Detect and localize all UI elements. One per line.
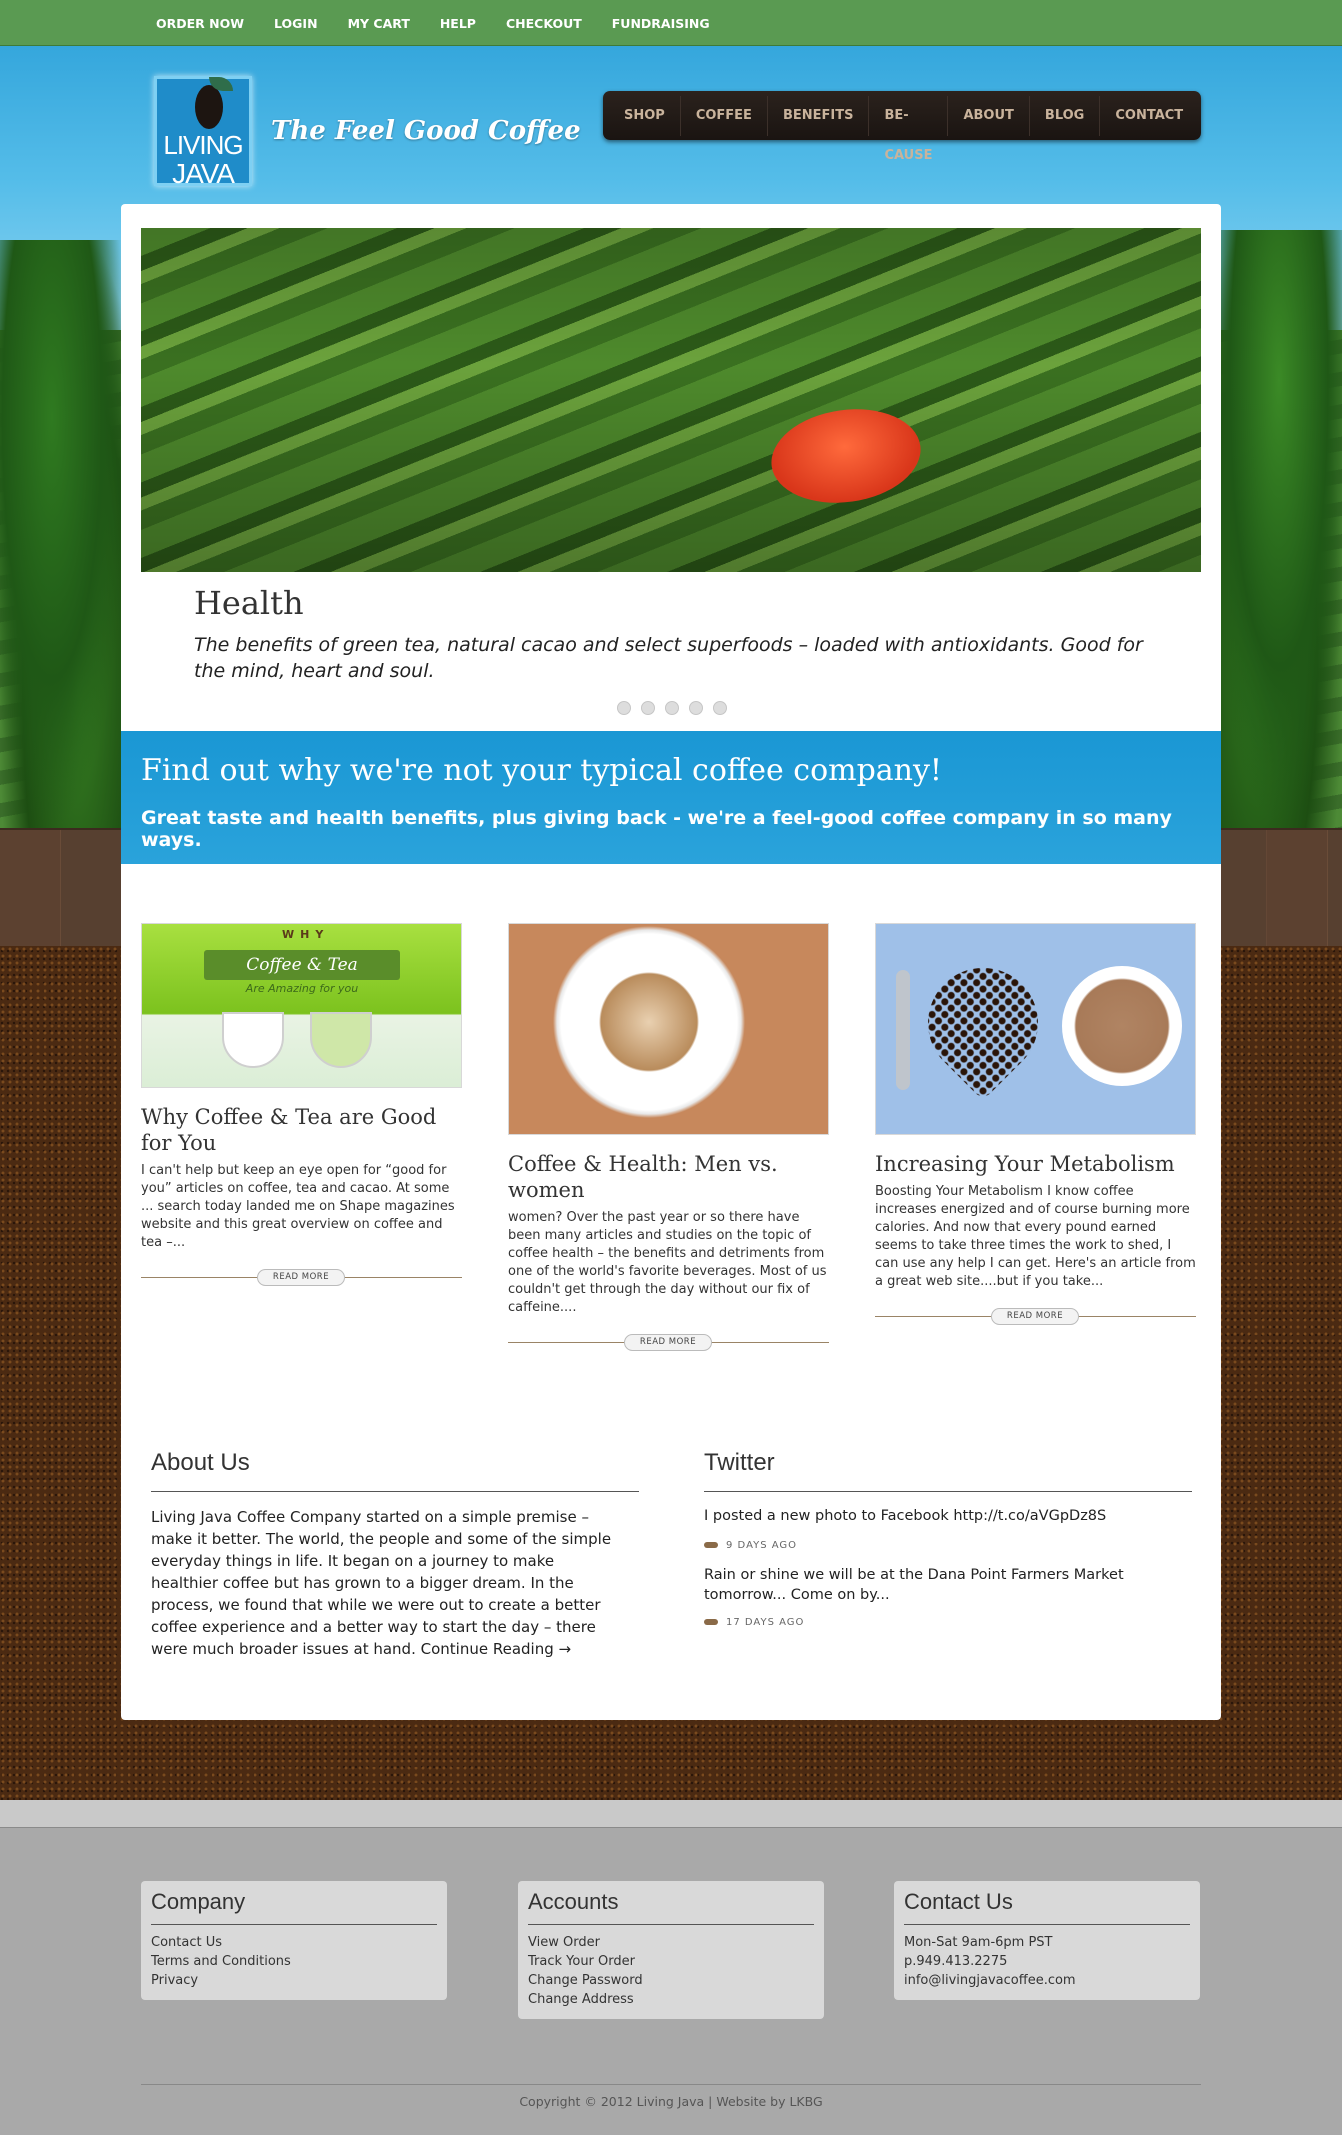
nav-be-cause[interactable]: BE-CAUSE [869, 95, 949, 163]
tweet-bird-icon [704, 1542, 718, 1548]
card-image-beans-heart[interactable] [875, 923, 1196, 1135]
footer-link-privacy[interactable]: Privacy [151, 1971, 437, 1990]
slider-dot[interactable] [689, 701, 703, 715]
card-image-latte[interactable] [508, 923, 829, 1135]
coffee-beans-heart-graphic [905, 945, 1061, 1101]
tweet-time-text: 9 DAYS AGO [726, 1540, 798, 1551]
footer-contact-heading: Contact Us [904, 1889, 1190, 1925]
about-heading: About Us [151, 1449, 250, 1476]
main-navigation: SHOP COFFEE BENEFITS BE-CAUSE ABOUT BLOG… [603, 91, 1201, 163]
utility-link-my-cart[interactable]: MY CART [348, 16, 410, 31]
footer-company-heading: Company [151, 1889, 437, 1925]
footer-email-link[interactable]: info@livingjavacoffee.com [904, 1971, 1190, 1990]
card-image-coffee-tea[interactable]: WHY Coffee & Tea Are Amazing for you [141, 923, 462, 1088]
footer-link-change-address[interactable]: Change Address [528, 1990, 814, 2009]
about-text: Living Java Coffee Company started on a … [151, 1506, 621, 1660]
continue-reading-link[interactable]: Continue Reading → [421, 1640, 571, 1658]
footer-phone: p.949.413.2275 [904, 1954, 1008, 1969]
footer-accounts-box: Accounts View Order Track Your Order Cha… [518, 1881, 824, 2019]
read-more-row: READ MORE [508, 1331, 829, 1353]
about-divider [151, 1491, 639, 1492]
tweet-text[interactable]: Rain or shine we will be at the Dana Poi… [704, 1565, 1204, 1605]
leaves-right-decoration [1202, 230, 1342, 830]
logo-text-line2: JAVA [172, 158, 235, 189]
footer-link-change-password[interactable]: Change Password [528, 1971, 814, 1990]
footer-link-view-order[interactable]: View Order [528, 1933, 814, 1952]
tea-cup-graphic [310, 1012, 372, 1068]
card-title[interactable]: Coffee & Health: Men vs. women [508, 1151, 829, 1203]
footer-company-box: Company Contact Us Terms and Conditions … [141, 1881, 447, 2000]
read-more-button[interactable]: READ MORE [257, 1269, 345, 1286]
twitter-heading: Twitter [704, 1449, 775, 1476]
coffee-cup-graphic [222, 1012, 284, 1068]
about-body: Living Java Coffee Company started on a … [151, 1508, 612, 1658]
nav-coffee[interactable]: COFFEE [681, 95, 768, 136]
logo-text-line1: LIVING [163, 130, 243, 160]
slide-caption: The benefits of green tea, natural cacao… [194, 634, 1143, 682]
card-excerpt: Boosting Your Metabolism I know coffee i… [875, 1184, 1196, 1289]
utility-bar: ORDER NOW LOGIN MY CART HELP CHECKOUT FU… [0, 0, 1342, 46]
nav-about[interactable]: ABOUT [948, 95, 1030, 136]
image-banner: Coffee & Tea [204, 950, 400, 980]
card-title[interactable]: Increasing Your Metabolism [875, 1151, 1196, 1177]
living-java-logo[interactable]: LIVING JAVA [150, 58, 256, 190]
card-excerpt: women? Over the past year or so there ha… [508, 1210, 827, 1315]
slider-dot[interactable] [641, 701, 655, 715]
coffee-bean-icon [195, 85, 223, 129]
footer-contact-box: Contact Us Mon-Sat 9am-6pm PST p.949.413… [894, 1881, 1200, 2000]
footer-edge [0, 1800, 1342, 1828]
promo-heading: Find out why we're not your typical coff… [141, 753, 942, 788]
footer-link-terms[interactable]: Terms and Conditions [151, 1952, 437, 1971]
blog-card: Increasing Your Metabolism Boosting Your… [875, 923, 1196, 1327]
utility-link-login[interactable]: LOGIN [274, 16, 318, 31]
nav-contact[interactable]: CONTACT [1100, 96, 1198, 136]
tweet-bird-icon [704, 1619, 718, 1625]
hero-slide-image[interactable] [141, 228, 1201, 572]
footer-accounts-heading: Accounts [528, 1889, 814, 1925]
tweet-time: 17 DAYS AGO [704, 1617, 804, 1628]
tweet-time: 9 DAYS AGO [704, 1540, 797, 1551]
card-excerpt: I can't help but keep an eye open for “g… [141, 1163, 455, 1250]
blog-card: WHY Coffee & Tea Are Amazing for you Why… [141, 923, 462, 1288]
tweet-time-text: 17 DAYS AGO [726, 1617, 805, 1628]
footer-hours: Mon-Sat 9am-6pm PST [904, 1935, 1053, 1950]
promo-band: Find out why we're not your typical coff… [121, 731, 1221, 864]
slide-title: Health [194, 584, 304, 622]
read-more-row: READ MORE [141, 1266, 462, 1288]
read-more-row: READ MORE [875, 1305, 1196, 1327]
utility-link-checkout[interactable]: CHECKOUT [506, 16, 582, 31]
slide-shade [141, 228, 1201, 572]
twitter-divider [704, 1491, 1192, 1492]
leaves-left-decoration [0, 240, 130, 830]
tweet-text[interactable]: I posted a new photo to Facebook http://… [704, 1506, 1204, 1526]
content-panel: Health The benefits of green tea, natura… [121, 204, 1221, 1720]
coffee-cup-graphic [1062, 966, 1182, 1086]
footer-link-contact-us[interactable]: Contact Us [151, 1933, 437, 1952]
slider-dot[interactable] [617, 701, 631, 715]
slider-dot[interactable] [665, 701, 679, 715]
spoon-graphic [896, 970, 910, 1090]
blog-card: Coffee & Health: Men vs. women women? Ov… [508, 923, 829, 1353]
footer-divider [141, 2084, 1201, 2085]
copyright-text: Copyright © 2012 Living Java | Website b… [519, 2094, 823, 2109]
read-more-button[interactable]: READ MORE [624, 1334, 712, 1351]
utility-link-fundraising[interactable]: FUNDRAISING [612, 16, 710, 31]
slider-dot[interactable] [713, 701, 727, 715]
slider-pagination [617, 701, 737, 715]
nav-blog[interactable]: BLOG [1030, 95, 1101, 136]
utility-link-help[interactable]: HELP [440, 16, 476, 31]
promo-subheading: Great taste and health benefits, plus gi… [141, 807, 1172, 851]
footer-link-track-order[interactable]: Track Your Order [528, 1952, 814, 1971]
read-more-button[interactable]: READ MORE [991, 1308, 1079, 1325]
image-top-text: WHY [282, 928, 330, 941]
card-title[interactable]: Why Coffee & Tea are Good for You [141, 1104, 462, 1156]
image-sub-text: Are Amazing for you [245, 982, 359, 995]
nav-shop[interactable]: SHOP [609, 95, 681, 136]
site-tagline: The Feel Good Coffee [271, 116, 581, 146]
utility-link-order-now[interactable]: ORDER NOW [156, 16, 244, 31]
nav-benefits[interactable]: BENEFITS [768, 95, 870, 136]
